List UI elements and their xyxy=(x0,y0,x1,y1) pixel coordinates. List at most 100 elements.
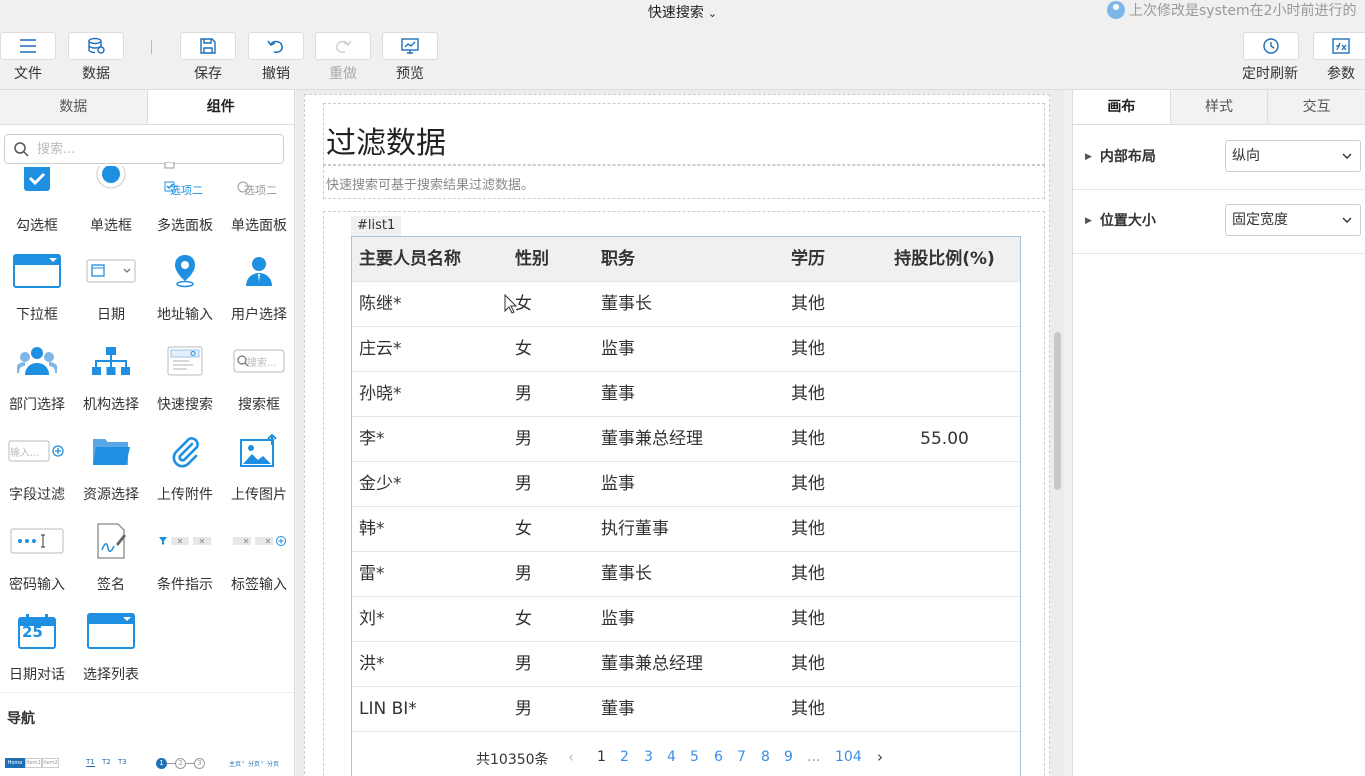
size-select[interactable]: 固定宽度 xyxy=(1225,204,1361,236)
table-row[interactable]: 孙晓* 男 董事 其他 xyxy=(352,372,1020,417)
params-button[interactable] xyxy=(1313,32,1365,60)
tab-interaction[interactable]: 交互 xyxy=(1267,90,1365,124)
tab-data[interactable]: 数据 xyxy=(0,90,147,124)
table-row[interactable]: LIN BI* 男 董事 其他 xyxy=(352,687,1020,732)
file-button[interactable] xyxy=(0,32,56,60)
component-tag-input[interactable]: 标签输入 xyxy=(222,513,294,603)
title-block[interactable]: 过滤数据 xyxy=(323,103,1045,165)
list-container[interactable]: #list1 主要人员名称 性别 职务 学历 持股比例(%) 陈继* 女董事长 其他… xyxy=(323,211,1045,776)
tab-style[interactable]: 样式 xyxy=(1169,90,1268,124)
redo-button[interactable] xyxy=(315,32,371,60)
chevron-down-icon xyxy=(1342,217,1352,223)
component-single-select-panel[interactable]: 单选面板 选项二 xyxy=(222,154,294,244)
component-label: 勾选框 xyxy=(16,218,58,234)
tab-components[interactable]: 组件 xyxy=(146,90,294,124)
layout-select[interactable]: 纵向 xyxy=(1225,140,1361,172)
table-row[interactable]: 庄云* 女 监事 其他 xyxy=(352,327,1020,372)
table-cell xyxy=(892,507,997,552)
component-label: 单选框 xyxy=(90,218,132,234)
component-nav-menu[interactable]: Home Item1 Item2 xyxy=(5,758,59,770)
prop-label[interactable]: ▶ 位置大小 xyxy=(1085,210,1156,230)
next-page-icon[interactable]: › xyxy=(877,748,883,766)
prop-label[interactable]: ▶ 内部布局 xyxy=(1085,146,1156,166)
description-block[interactable]: 快速搜索可基于搜索结果过滤数据。 xyxy=(323,165,1045,199)
component-condition-indicator[interactable]: 条件指示 xyxy=(148,513,222,603)
component-radio[interactable]: 单选框 xyxy=(74,154,148,244)
data-table[interactable]: 主要人员名称 性别 职务 学历 持股比例(%) 陈继* 女董事长 其他 庄云* 女监事其… xyxy=(351,236,1021,776)
page-title-text: 快速搜索 xyxy=(647,5,704,21)
component-nav-tabs[interactable]: T1 T2 T3 xyxy=(86,758,130,770)
component-org-select[interactable]: 机构选择 xyxy=(74,333,148,423)
component-nav-breadcrumb[interactable]: 主页 › 分页 › 分页 xyxy=(229,758,283,770)
preview-button[interactable] xyxy=(382,32,438,60)
page-number[interactable]: 2 xyxy=(620,749,629,765)
component-nav-steps[interactable]: 1 2 3 xyxy=(156,758,206,770)
department-icon xyxy=(5,333,69,389)
component-search-box[interactable]: 搜索框 搜索... xyxy=(222,333,294,423)
component-upload-attachment[interactable]: 上传附件 xyxy=(148,423,222,513)
prop-label-text: 内部布局 xyxy=(1099,149,1156,165)
page-number[interactable]: 5 xyxy=(690,749,699,765)
component-label: 日期 xyxy=(97,307,125,323)
component-date[interactable]: 日期 xyxy=(74,243,148,333)
preview-label: 预览 xyxy=(396,66,424,82)
component-upload-image[interactable]: 上传图片 xyxy=(222,423,294,513)
page-number[interactable]: 1 xyxy=(597,749,606,765)
page-number[interactable]: 8 xyxy=(761,749,770,765)
component-address-input[interactable]: 地址输入 xyxy=(148,243,222,333)
component-field-filter[interactable]: 字段过滤 输入... xyxy=(0,423,74,513)
file-label: 文件 xyxy=(14,66,42,82)
table-row[interactable]: 李* 男 董事兼总经理 其他 55.00 xyxy=(352,417,1020,462)
table-cell: 其他 xyxy=(791,474,825,494)
component-label: 快速搜索 xyxy=(157,397,213,413)
component-password-input[interactable]: 密码输入 xyxy=(0,513,74,603)
component-dropdown[interactable]: 下拉框 xyxy=(0,243,74,333)
table-row[interactable]: 金少* 男 监事 其他 xyxy=(352,462,1020,507)
page-number[interactable]: 9 xyxy=(784,749,793,765)
data-button[interactable] xyxy=(68,32,124,60)
table-cell: 其他 xyxy=(791,654,825,674)
page-number[interactable]: 3 xyxy=(644,749,653,765)
last-modified-text: 上次修改是system在2小时前进行的 xyxy=(1129,3,1357,19)
nav-thumb-step: 2 xyxy=(175,758,186,769)
component-quick-search[interactable]: 快速搜索 xyxy=(148,333,222,423)
size-select-value: 固定宽度 xyxy=(1232,212,1288,228)
expand-triangle-icon: ▶ xyxy=(1085,216,1092,226)
database-icon xyxy=(88,37,105,54)
prev-page-icon[interactable]: ‹ xyxy=(568,748,574,766)
right-panel-tabs: 画布 样式 交互 xyxy=(1073,90,1365,125)
page-number[interactable]: 4 xyxy=(667,749,676,765)
page-number[interactable]: 6 xyxy=(714,749,723,765)
component-signature[interactable]: 签名 xyxy=(74,513,148,603)
undo-button[interactable] xyxy=(248,32,304,60)
component-checkbox[interactable]: 勾选框 xyxy=(0,154,74,244)
component-multi-select-panel[interactable]: 多选面板 选项二 xyxy=(148,154,222,244)
page-last[interactable]: 104 xyxy=(835,749,862,765)
chevron-right-icon: › xyxy=(242,759,245,766)
table-cell: 其他 xyxy=(791,339,825,359)
page-number[interactable]: 7 xyxy=(737,749,746,765)
top-toolbar: 快速搜索 ⌄ 上次修改是system在2小时前进行的 文件 数据 保存 撤销 重做… xyxy=(0,0,1365,90)
nav-thumb-crumb: 主页 xyxy=(229,761,242,768)
table-row[interactable]: 韩* 女 执行董事 其他 xyxy=(352,507,1020,552)
prop-label-text: 位置大小 xyxy=(1099,213,1156,229)
table-row[interactable]: 雷* 男 董事长 其他 xyxy=(352,552,1020,597)
table-row[interactable]: 陈继* 女董事长 其他 xyxy=(352,282,1020,327)
component-label: 标签输入 xyxy=(231,577,287,593)
table-row[interactable]: 刘* 女 监事 其他 xyxy=(352,597,1020,642)
component-resource-select[interactable]: 资源选择 xyxy=(74,423,148,513)
component-label: 条件指示 xyxy=(157,577,213,593)
table-cell xyxy=(892,327,997,372)
table-cell: 其他 xyxy=(791,519,825,539)
component-user-select[interactable]: 用户选择 xyxy=(222,243,294,333)
tab-canvas[interactable]: 画布 xyxy=(1073,90,1170,124)
component-select-list[interactable]: 选择列表 xyxy=(74,603,148,693)
table-cell: 其他 xyxy=(791,609,825,629)
undo-icon xyxy=(267,40,283,53)
save-button[interactable] xyxy=(180,32,236,60)
component-department-select[interactable]: 部门选择 xyxy=(0,333,74,423)
timed-refresh-button[interactable] xyxy=(1243,32,1299,60)
component-date-dialog[interactable]: 25 日期对话 xyxy=(0,603,74,693)
canvas-scrollbar[interactable] xyxy=(1054,332,1061,490)
table-row[interactable]: 洪* 男 董事兼总经理 其他 xyxy=(352,642,1020,687)
